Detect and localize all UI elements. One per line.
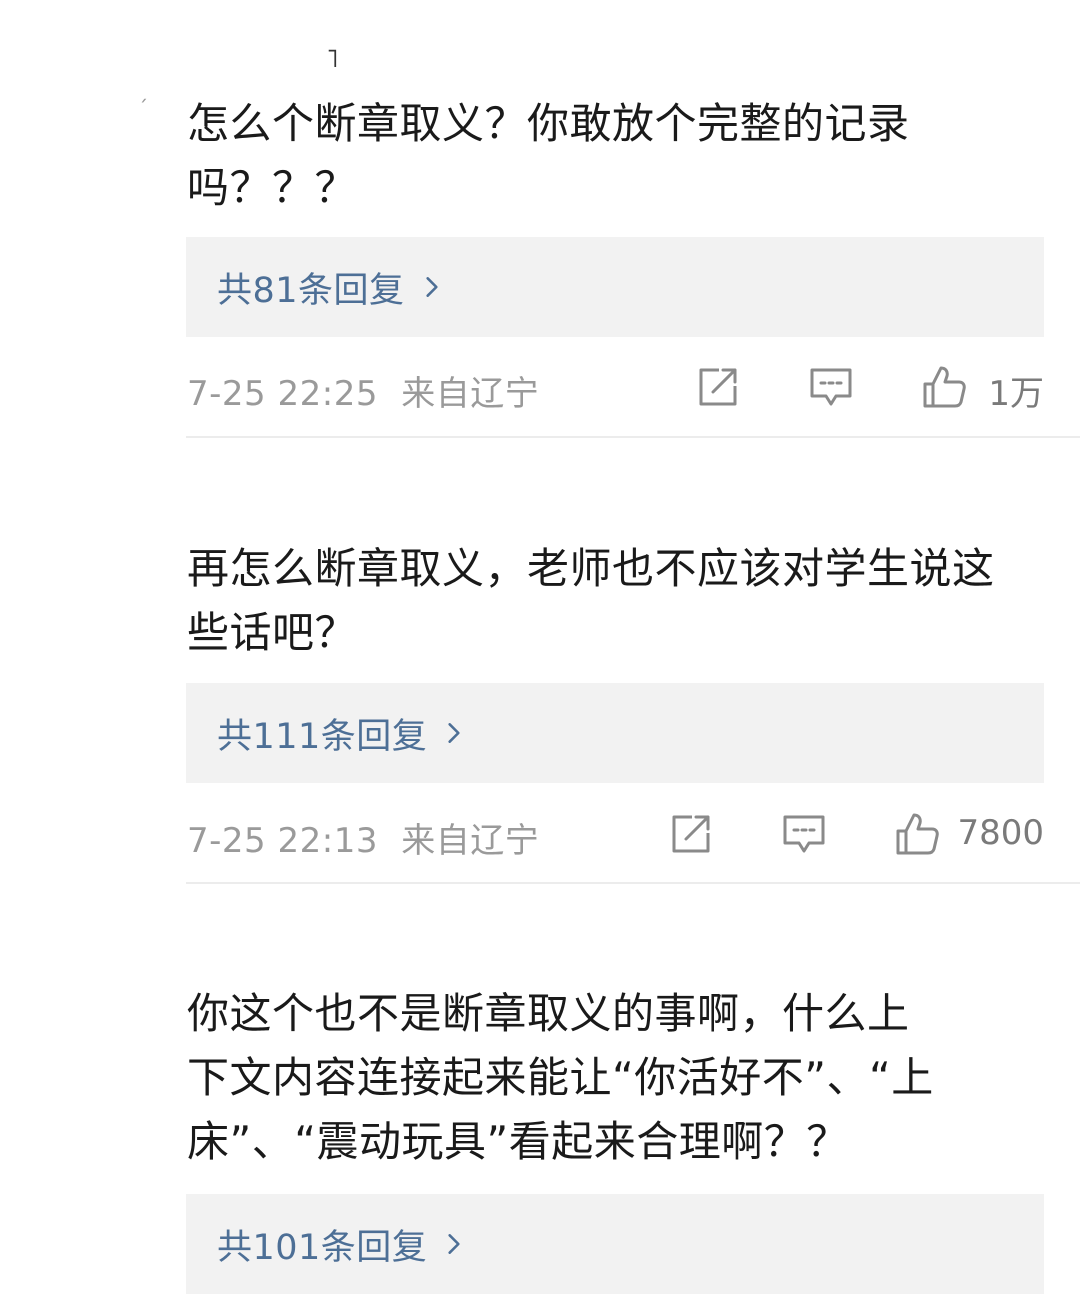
- comment-text: 再怎么断章取义，老师也不应该对学生说这 些话吧？: [187, 544, 995, 657]
- comment-text: 怎么个断章取义？你敢放个完整的记录 吗？？？: [187, 99, 910, 212]
- like-icon[interactable]: [921, 364, 967, 410]
- like-icon[interactable]: [894, 811, 940, 857]
- comment-meta: 7-25 22:25 来自辽宁 1万: [187, 358, 1044, 418]
- share-icon[interactable]: [668, 811, 714, 857]
- reply-count-label: 共81条回复: [217, 270, 405, 311]
- comment-divider: [186, 436, 1080, 438]
- comment-location: 来自辽宁: [401, 374, 540, 414]
- like-count: 7800: [957, 813, 1044, 853]
- comment-icon[interactable]: [808, 364, 854, 410]
- share-icon[interactable]: [695, 364, 741, 410]
- like-count: 1万: [988, 374, 1044, 414]
- chevron-right-icon: [425, 277, 438, 297]
- comment-time: 7-25 22:25: [187, 374, 378, 414]
- chevron-right-icon: [448, 723, 460, 743]
- comment-timestamp: 7-25 22:25 来自辽宁: [187, 366, 539, 415]
- comment-icon[interactable]: [781, 811, 827, 857]
- view-replies-button[interactable]: 共101条回复: [186, 1194, 1044, 1294]
- stray-mark-left: ˊ: [138, 96, 148, 120]
- comment-text: 你这个也不是断章取义的事啊，什么上 下文内容连接起来能让“你活好不”、“上 床”…: [187, 989, 934, 1166]
- view-replies-button[interactable]: 共111条回复: [186, 683, 1044, 783]
- stray-mark-top: ˥: [326, 44, 339, 74]
- comment-divider: [186, 882, 1080, 884]
- reply-count-label: 共101条回复: [217, 1227, 428, 1268]
- comment-location: 来自辽宁: [401, 821, 540, 861]
- reply-count-label: 共111条回复: [217, 716, 428, 757]
- comment-time: 7-25 22:13: [187, 821, 378, 861]
- chevron-right-icon: [448, 1234, 460, 1254]
- comment-timestamp: 7-25 22:13 来自辽宁: [187, 813, 539, 862]
- comment-meta: 7-25 22:13 来自辽宁 7800: [187, 805, 1044, 865]
- view-replies-button[interactable]: 共81条回复: [186, 237, 1044, 337]
